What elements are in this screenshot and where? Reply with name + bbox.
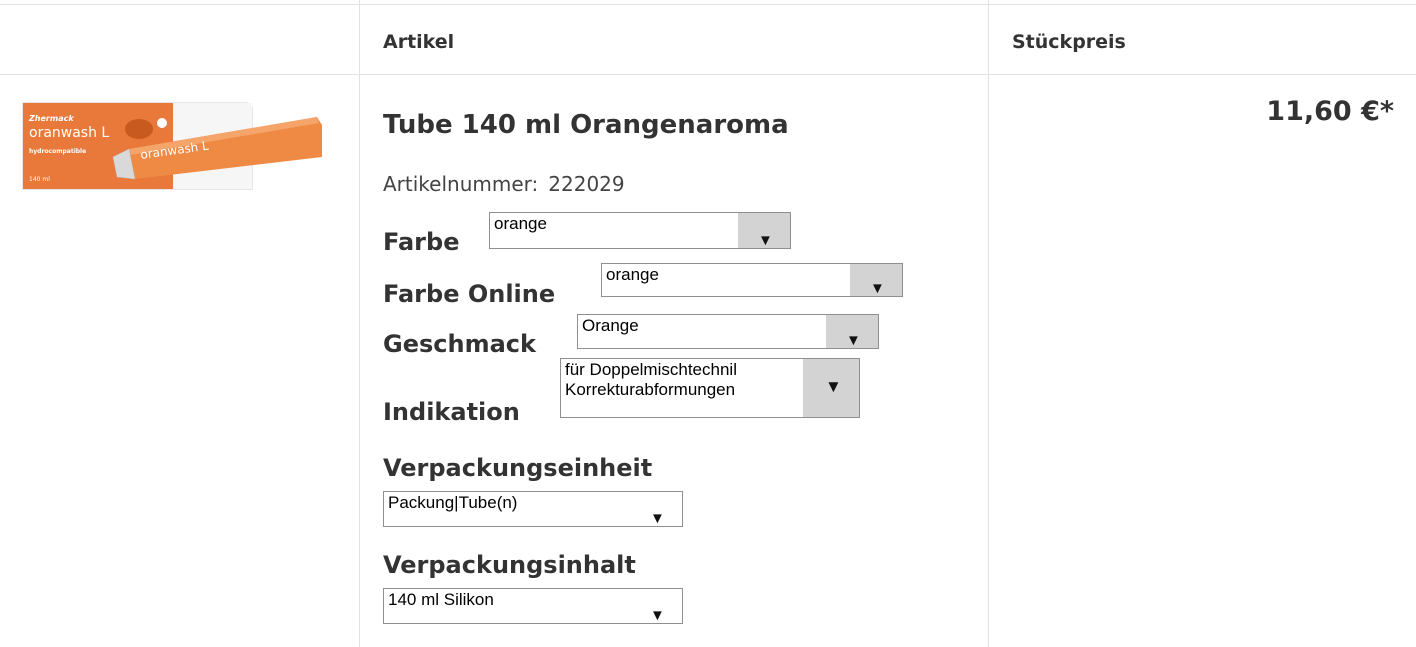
- indikation-select[interactable]: für Doppelmischtechnil Korrekturabformung…: [560, 358, 860, 418]
- verpackungsinhalt-value: 140 ml Silikon: [388, 590, 494, 609]
- indikation-value: für Doppelmischtechnil Korrekturabformung…: [565, 360, 737, 399]
- farbe-online-value: orange: [606, 265, 659, 284]
- header-top-border: [0, 4, 1416, 5]
- product-image[interactable]: Zhermack oranwash L hydrocompatible 140 …: [17, 95, 327, 195]
- chevron-down-icon: ▼: [630, 589, 682, 623]
- header-artikel: Artikel: [383, 31, 455, 53]
- product-subtext: hydrocompatible: [29, 148, 86, 155]
- column-divider-price: [988, 0, 989, 647]
- article-number-row: Artikelnummer: 222029: [383, 172, 625, 196]
- farbe-online-label: Farbe Online: [383, 280, 556, 308]
- article-number-label: Artikelnummer:: [383, 172, 539, 196]
- column-divider-image: [359, 0, 360, 647]
- farbe-value: orange: [494, 214, 547, 233]
- farbe-select[interactable]: orange ▼: [489, 212, 791, 249]
- brand-text: Zhermack: [28, 114, 74, 123]
- chevron-down-icon: ▼: [826, 315, 878, 348]
- geschmack-label: Geschmack: [383, 330, 536, 358]
- chevron-down-icon: ▼: [630, 492, 682, 526]
- verpackungseinheit-value: Packung|Tube(n): [388, 493, 518, 512]
- product-title[interactable]: Tube 140 ml Orangenaroma: [383, 110, 789, 140]
- chevron-down-icon: ▼: [738, 213, 790, 248]
- verpackungseinheit-select[interactable]: Packung|Tube(n) ▼: [383, 491, 683, 527]
- indikation-label: Indikation: [383, 398, 520, 426]
- chevron-down-icon: ▼: [803, 359, 859, 417]
- chevron-down-icon: ▼: [850, 264, 902, 296]
- verpackungsinhalt-label: Verpackungsinhalt: [383, 551, 636, 579]
- unit-price: 11,60 €*: [1266, 96, 1394, 127]
- product-volume-text: 140 ml: [29, 176, 50, 183]
- header-bottom-border: [0, 74, 1416, 75]
- farbe-label: Farbe: [383, 228, 460, 256]
- farbe-online-select[interactable]: orange ▼: [601, 263, 903, 297]
- verpackungseinheit-label: Verpackungseinheit: [383, 454, 653, 482]
- geschmack-value: Orange: [582, 316, 639, 335]
- header-stueckpreis: Stückpreis: [1012, 31, 1126, 53]
- product-name-text: oranwash L: [29, 125, 109, 141]
- verpackungsinhalt-select[interactable]: 140 ml Silikon ▼: [383, 588, 683, 624]
- article-number-value: 222029: [548, 172, 625, 196]
- geschmack-select[interactable]: Orange ▼: [577, 314, 879, 349]
